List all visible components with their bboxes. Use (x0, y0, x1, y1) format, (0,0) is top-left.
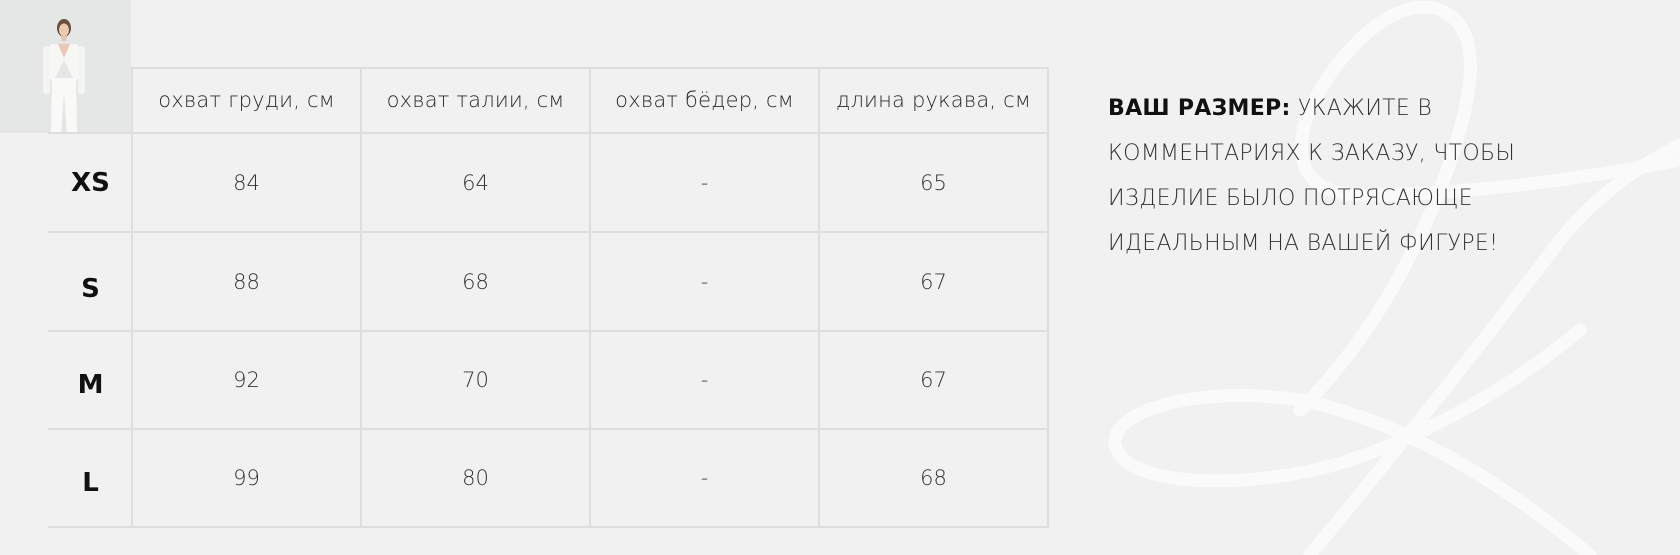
header-hips: охват бёдер, см (615, 88, 794, 112)
size-label-xs: XS (71, 167, 110, 198)
header-chest: охват груди, см (158, 88, 335, 112)
table-cell: 67 (920, 269, 947, 294)
table-cell: 84 (233, 170, 260, 195)
table-cell: - (700, 368, 709, 392)
size-note-heading: ВАШ РАЗМЕР: (1108, 96, 1291, 121)
size-note: ВАШ РАЗМЕР: УКАЖИТЕ В КОММЕНТАРИЯХ К ЗАК… (1108, 86, 1578, 266)
header-sleeve: длина рукава, см (836, 88, 1031, 112)
table-cell: 67 (920, 368, 947, 392)
table-cell: 70 (462, 368, 489, 392)
grid-line (48, 526, 1048, 528)
table-cell: 65 (920, 170, 947, 195)
table-cell: 88 (233, 269, 260, 294)
table-cell: 99 (233, 466, 260, 490)
table-cell: 80 (462, 466, 489, 490)
table-cell: - (700, 269, 709, 294)
table-cell: 92 (233, 368, 260, 392)
table-cell: 68 (462, 269, 489, 294)
size-label-l: L (82, 468, 99, 498)
grid-line (1047, 67, 1049, 528)
table-cell: 68 (920, 466, 947, 490)
size-label-m: M (77, 370, 104, 400)
table-cell: 64 (462, 170, 489, 195)
table-cell: - (700, 170, 709, 195)
table-cell: - (700, 466, 709, 490)
header-waist: охват талии, см (386, 88, 565, 112)
size-label-s: S (81, 274, 100, 304)
